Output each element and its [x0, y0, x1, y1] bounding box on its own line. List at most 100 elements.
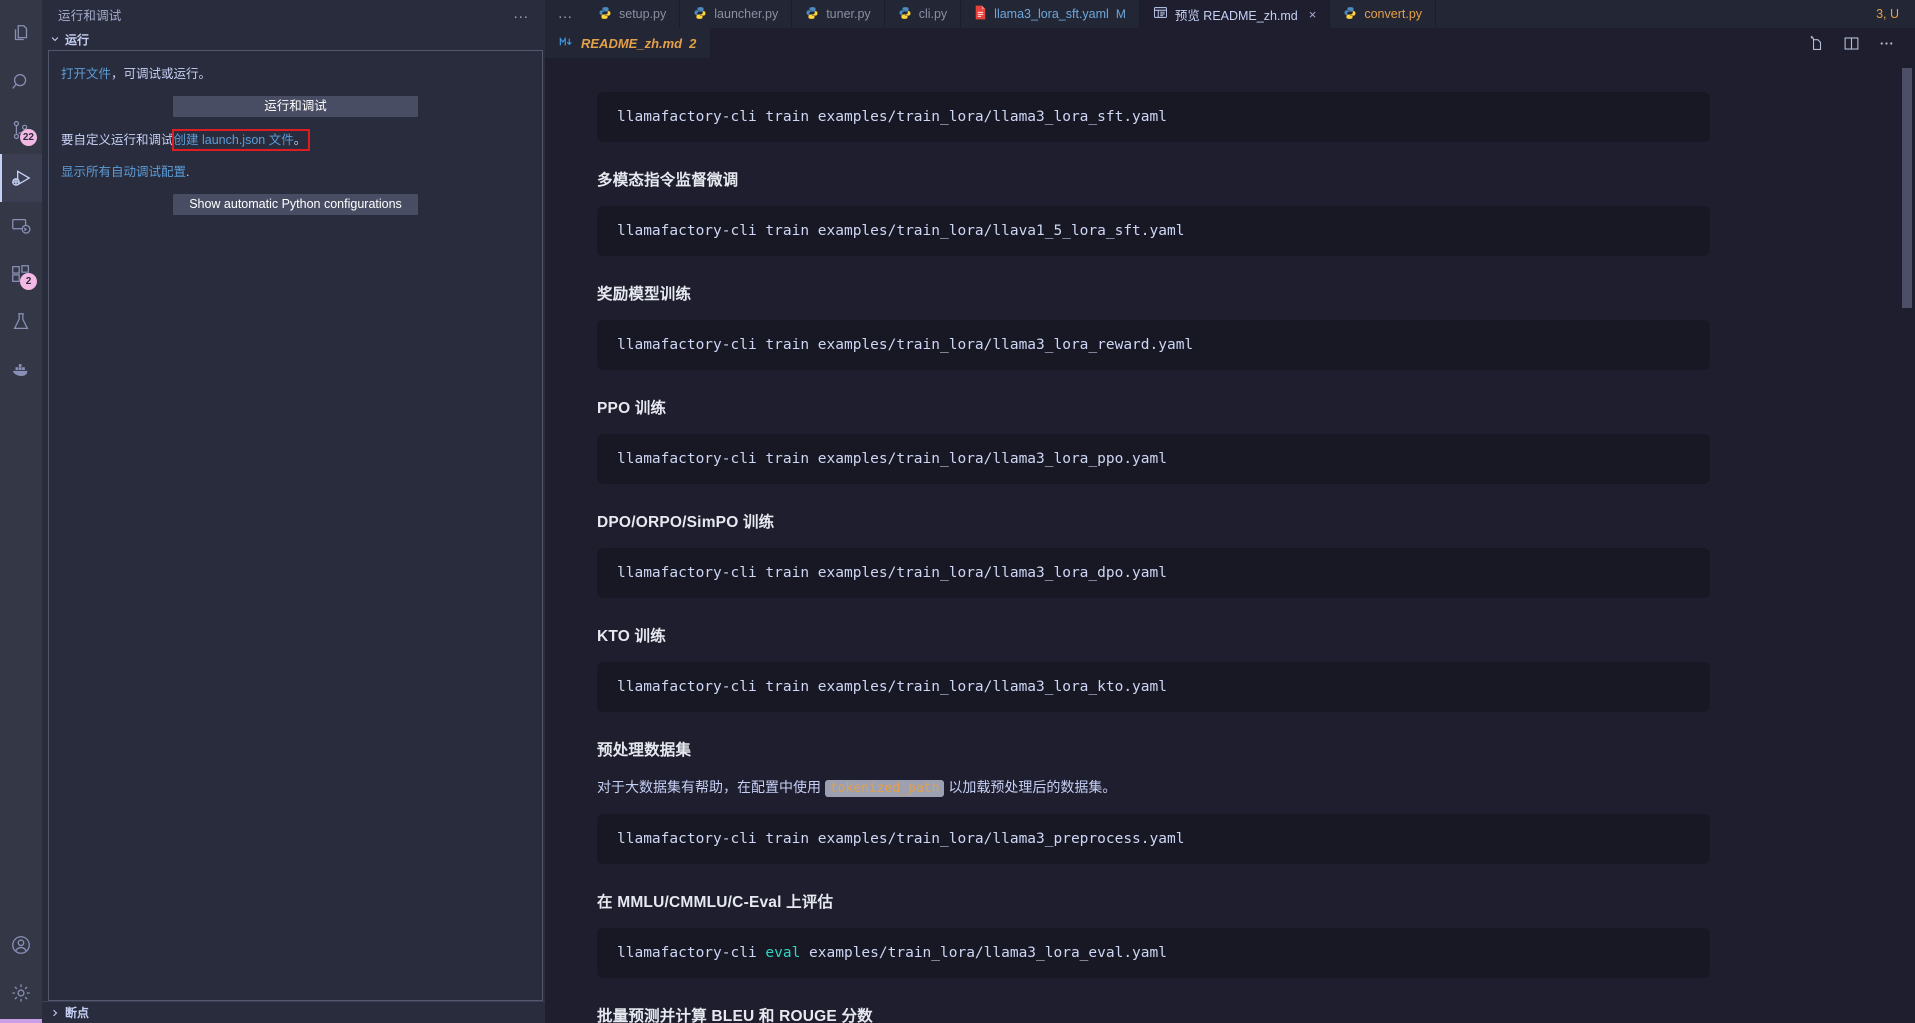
code-block: llamafactory-cli train examples/train_lo…: [597, 320, 1710, 370]
gear-icon: [10, 982, 32, 1004]
show-all-automatic-debug-configs-link[interactable]: 显示所有自动调试配置: [61, 165, 186, 179]
tabs-overflow-icon[interactable]: …: [545, 0, 585, 28]
markdown-content: llamafactory-cli train examples/train_lo…: [545, 58, 1765, 1023]
files-icon: [10, 23, 32, 45]
beaker-icon: [10, 311, 32, 333]
heading: 预处理数据集: [597, 738, 1710, 760]
sidebar-item-search[interactable]: [0, 58, 42, 106]
heading: 在 MMLU/CMMLU/C-Eval 上评估: [597, 890, 1710, 912]
sidebar-item-explorer[interactable]: [0, 10, 42, 58]
chevron-right-icon: [50, 1008, 60, 1018]
customize-suffix: 。: [294, 133, 307, 147]
sidebar-item-testing[interactable]: [0, 298, 42, 346]
show-all-auto-paragraph: 显示所有自动调试配置.: [61, 163, 530, 182]
tab-label: llama3_lora_sft.yaml: [994, 7, 1109, 21]
tab-label: launcher.py: [714, 7, 778, 21]
sidebar-item-remote-explorer[interactable]: [0, 202, 42, 250]
markdown-icon: [559, 36, 574, 51]
yaml-icon: [974, 5, 987, 23]
vertical-scrollbar[interactable]: [1902, 68, 1912, 308]
heading: PPO 训练: [597, 396, 1710, 418]
sidebar-more-actions-icon[interactable]: …: [503, 9, 539, 19]
breakpoints-label: 断点: [65, 1004, 89, 1021]
run-section-header[interactable]: 运行: [42, 28, 545, 50]
sidebar-title: 运行和调试: [58, 5, 503, 24]
heading: 批量预测并计算 BLEU 和 ROUGE 分数: [597, 1004, 1710, 1023]
heading: DPO/ORPO/SimPO 训练: [597, 510, 1710, 532]
vscode-window: 22: [0, 0, 1915, 1023]
run-and-debug-button[interactable]: 运行和调试: [173, 96, 418, 117]
tab-llama3-lora-sft-yaml[interactable]: llama3_lora_sft.yaml M: [961, 0, 1140, 28]
activity-bar: 22: [0, 0, 42, 1023]
tab-label: tuner.py: [826, 7, 870, 21]
tab-bar-right-status: 3, U: [1860, 0, 1915, 28]
open-preview-to-side-icon[interactable]: [1808, 35, 1825, 52]
editor-group: … setup.py launcher.py: [545, 0, 1915, 1023]
python-icon: [898, 6, 912, 23]
tab-setup-py[interactable]: setup.py: [585, 0, 680, 28]
code-post: examples/train_lora/llama3_lora_eval.yam…: [800, 945, 1167, 961]
tab-label: README_zh.md: [581, 36, 682, 51]
heading: 奖励模型训练: [597, 282, 1710, 304]
close-icon[interactable]: ×: [1309, 7, 1317, 22]
tab-label: setup.py: [619, 7, 666, 21]
preview-icon: [1153, 5, 1168, 23]
code-block: llamafactory-cli train examples/train_lo…: [597, 814, 1710, 864]
docker-whale-icon: [10, 359, 32, 381]
markdown-preview[interactable]: llamafactory-cli train examples/train_lo…: [545, 58, 1915, 1023]
code-pre: llamafactory-cli: [617, 945, 765, 961]
inline-code: tokenized_path: [825, 780, 945, 797]
tab-bar: … setup.py launcher.py: [545, 0, 1915, 28]
code-block: llamafactory-cli eval examples/train_lor…: [597, 928, 1710, 978]
breakpoints-section-header[interactable]: 断点: [42, 1001, 545, 1023]
show-automatic-python-configurations-button[interactable]: Show automatic Python configurations: [173, 194, 418, 215]
tab-label: convert.py: [1364, 7, 1422, 21]
activity-bar-accent-strip: [0, 1019, 42, 1023]
tab-launcher-py[interactable]: launcher.py: [680, 0, 792, 28]
secondary-tab-bar: README_zh.md 2: [545, 28, 1915, 58]
source-control-badge: 22: [20, 129, 37, 146]
python-icon: [693, 6, 707, 23]
heading: KTO 训练: [597, 624, 1710, 646]
tab-convert-py[interactable]: convert.py: [1330, 0, 1436, 28]
remote-explorer-icon: [10, 215, 32, 237]
tab-label: 预览 README_zh.md: [1175, 5, 1298, 24]
tab-cli-py[interactable]: cli.py: [885, 0, 961, 28]
python-icon: [1343, 6, 1357, 23]
show-all-auto-suffix: .: [186, 165, 189, 179]
tab-preview-readme-zh-md[interactable]: 预览 README_zh.md ×: [1140, 0, 1331, 28]
create-launch-json-link[interactable]: 创建 launch.json 文件: [174, 133, 294, 147]
launch-json-highlight: 创建 launch.json 文件。: [174, 133, 307, 147]
manage-settings-button[interactable]: [0, 969, 42, 1017]
chevron-down-icon: [50, 34, 60, 44]
sidebar-item-run-and-debug[interactable]: [0, 154, 42, 202]
code-block: llamafactory-cli train examples/train_lo…: [597, 434, 1710, 484]
open-file-rest: ，可调试或运行。: [111, 67, 211, 81]
paragraph: 对于大数据集有帮助，在配置中使用 tokenized_path 以加载预处理后的…: [597, 776, 1710, 800]
code-block: llamafactory-cli train examples/train_lo…: [597, 662, 1710, 712]
extensions-badge: 2: [20, 273, 37, 290]
tab-modified-indicator: M: [1116, 7, 1126, 21]
open-file-paragraph: 打开文件，可调试或运行。: [61, 65, 530, 84]
split-editor-icon[interactable]: [1843, 35, 1860, 52]
open-file-link[interactable]: 打开文件: [61, 67, 111, 81]
run-and-debug-sidebar: 运行和调试 … 运行 打开文件，可调试或运行。 运行和调试 要自定义运行和调试创…: [42, 0, 545, 1023]
sidebar-item-extensions[interactable]: 2: [0, 250, 42, 298]
tab-label: cli.py: [919, 7, 947, 21]
code-block: llamafactory-cli train examples/train_lo…: [597, 206, 1710, 256]
markdown-preview-scroll: llamafactory-cli train examples/train_lo…: [545, 58, 1915, 1023]
tab-count: 2: [689, 36, 696, 51]
more-actions-icon[interactable]: [1878, 35, 1895, 52]
code-block: llamafactory-cli train examples/train_lo…: [597, 92, 1710, 142]
sidebar-header: 运行和调试 …: [42, 0, 545, 28]
run-debug-icon: [10, 167, 33, 190]
account-button[interactable]: [0, 921, 42, 969]
run-section-label: 运行: [65, 31, 89, 48]
sidebar-item-docker[interactable]: [0, 346, 42, 394]
tab-tuner-py[interactable]: tuner.py: [792, 0, 884, 28]
heading: 多模态指令监督微调: [597, 168, 1710, 190]
customize-prefix: 要自定义运行和调试: [61, 133, 174, 147]
editor-status-text: 3, U: [1876, 7, 1899, 21]
tab-readme-zh-md[interactable]: README_zh.md 2: [545, 28, 710, 58]
sidebar-item-source-control[interactable]: 22: [0, 106, 42, 154]
